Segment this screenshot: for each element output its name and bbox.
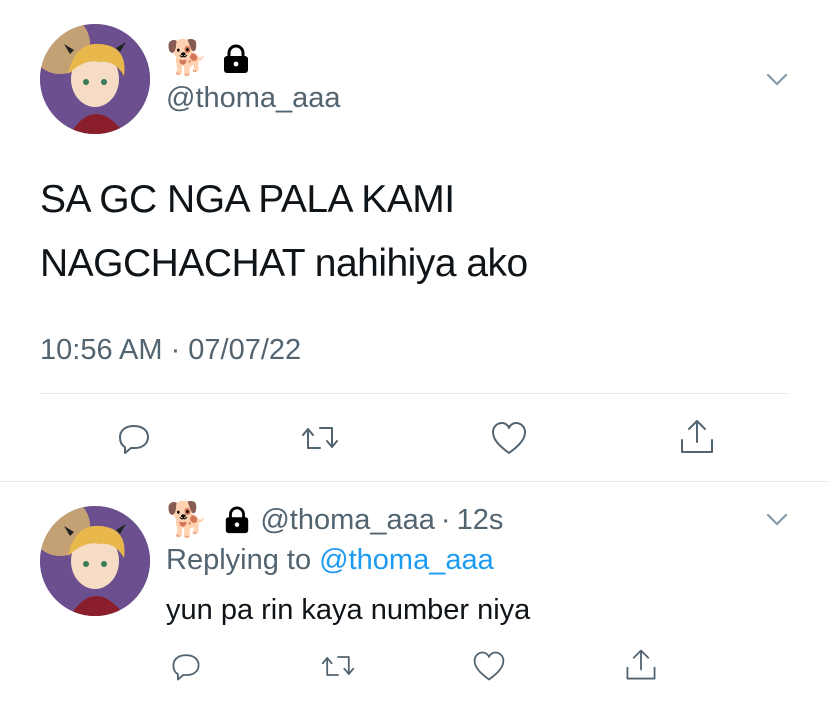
reply-icon [119, 425, 149, 454]
share-icon [626, 649, 656, 680]
like-button[interactable] [470, 648, 508, 684]
name-emoji: 🐕 [166, 39, 209, 77]
tweet-timestamp[interactable]: 10:56 AM · 07/07/22 [40, 334, 301, 367]
retweet-button[interactable] [298, 418, 342, 458]
heart-icon [492, 422, 526, 454]
reply-header: 🐕 @thoma_aaa · 12s [166, 500, 503, 540]
reply-button[interactable] [168, 648, 204, 684]
replying-to-handle[interactable]: @thoma_aaa [319, 544, 494, 576]
lock-icon [222, 506, 252, 534]
chevron-down-icon[interactable] [762, 504, 792, 534]
retweet-icon [302, 427, 338, 449]
author-handle[interactable]: @thoma_aaa [166, 82, 341, 115]
share-icon [681, 420, 713, 453]
reply-time[interactable]: 12s [457, 504, 504, 537]
tweet-text: SA GC NGA PALA KAMI NAGCHACHAT nahihiya … [40, 168, 528, 296]
author-handle[interactable]: @thoma_aaa [260, 504, 435, 537]
dot-separator: · [440, 503, 451, 536]
retweet-icon [321, 656, 355, 676]
tweet-text-line: NAGCHACHAT nahihiya ako [40, 242, 528, 285]
reply-tweet: 🐕 @thoma_aaa · 12s Replying to @thoma_aa… [0, 482, 828, 704]
reply-icon [172, 654, 200, 681]
divider [40, 393, 788, 394]
reply-button[interactable] [114, 418, 154, 458]
retweet-button[interactable] [318, 648, 358, 684]
replying-to: Replying to @thoma_aaa [166, 544, 494, 577]
avatar[interactable] [40, 506, 150, 616]
chevron-down-icon[interactable] [762, 64, 792, 94]
heart-icon [473, 651, 505, 681]
share-button[interactable] [622, 646, 660, 684]
replying-to-label: Replying to [166, 544, 312, 576]
like-button[interactable] [488, 418, 530, 458]
share-button[interactable] [676, 416, 718, 458]
tweet-text-line: SA GC NGA PALA KAMI [40, 178, 455, 221]
avatar[interactable] [40, 24, 150, 134]
main-tweet: 🐕 @thoma_aaa SA GC NGA PALA KAMI NAGCHAC… [0, 0, 828, 480]
name-emoji: 🐕 [166, 501, 209, 539]
lock-icon [220, 44, 252, 74]
reply-text: yun pa rin kaya number niya [166, 594, 531, 626]
